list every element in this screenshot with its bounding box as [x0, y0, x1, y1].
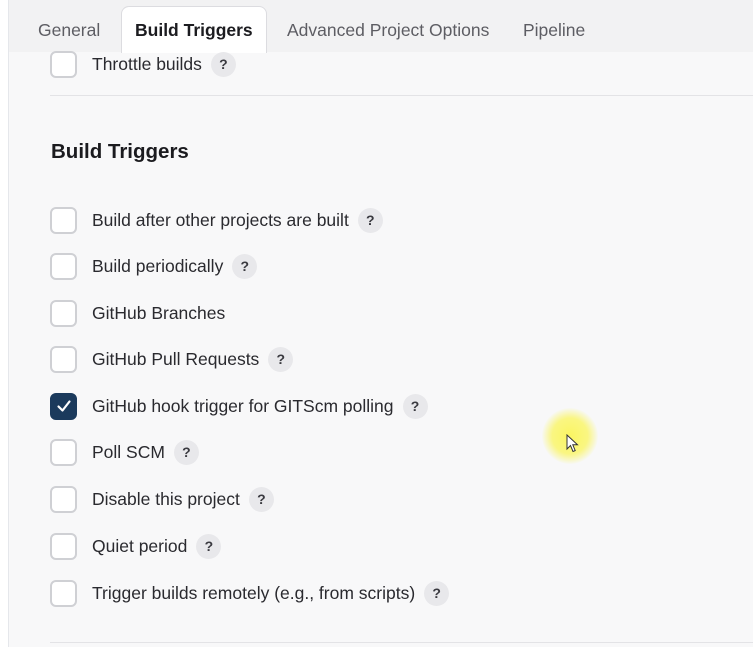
tab-advanced-project-options[interactable]: Advanced Project Options [274, 8, 502, 53]
trigger-label: Disable this project [92, 488, 240, 509]
trigger-option-build-after-other-projects: Build after other projects are built ? [50, 206, 383, 234]
jenkins-job-config-page: General Build Triggers Advanced Project … [0, 0, 753, 647]
question-mark-icon[interactable]: ? [402, 393, 428, 419]
tab-build-triggers[interactable]: Build Triggers [121, 6, 267, 53]
trigger-label: GitHub Branches [92, 302, 226, 323]
trigger-option-trigger-builds-remotely: Trigger builds remotely (e.g., from scri… [50, 579, 450, 607]
question-mark-icon[interactable]: ? [248, 486, 274, 512]
section-title-build-triggers: Build Triggers [51, 140, 189, 163]
trigger-label: Trigger builds remotely (e.g., from scri… [92, 582, 416, 603]
trigger-label: Build periodically [92, 255, 224, 276]
tab-general[interactable]: General [25, 8, 113, 53]
trigger-builds-remotely-checkbox[interactable] [50, 579, 77, 607]
github-branches-checkbox[interactable] [50, 299, 77, 327]
trigger-option-github-branches: GitHub Branches [50, 299, 225, 327]
github-pull-requests-checkbox[interactable] [50, 345, 77, 373]
mouse-pointer-icon [566, 434, 579, 453]
quiet-period-checkbox[interactable] [50, 532, 77, 560]
throttle-builds-label: Throttle builds [92, 53, 202, 74]
trigger-label: GitHub hook trigger for GITScm polling [92, 395, 394, 416]
question-mark-icon[interactable]: ? [210, 51, 236, 77]
github-hook-trigger-checkbox[interactable] [50, 392, 77, 420]
question-mark-icon[interactable]: ? [357, 207, 383, 233]
section-divider-bottom [50, 642, 753, 643]
question-mark-icon[interactable]: ? [196, 533, 222, 559]
build-after-other-projects-checkbox[interactable] [50, 206, 77, 234]
trigger-option-build-periodically: Build periodically ? [50, 252, 258, 280]
build-periodically-checkbox[interactable] [50, 252, 77, 280]
trigger-option-disable-this-project: Disable this project ? [50, 485, 274, 513]
disable-this-project-checkbox[interactable] [50, 485, 77, 513]
trigger-option-quiet-period: Quiet period ? [50, 532, 222, 560]
trigger-option-github-pull-requests: GitHub Pull Requests ? [50, 345, 294, 373]
tab-pipeline[interactable]: Pipeline [510, 8, 598, 53]
trigger-label: Poll SCM [92, 441, 165, 462]
trigger-option-poll-scm: Poll SCM ? [50, 438, 199, 466]
check-icon [56, 400, 71, 412]
trigger-option-github-hook-trigger: GitHub hook trigger for GITScm polling ? [50, 392, 428, 420]
question-mark-icon[interactable]: ? [424, 580, 450, 606]
question-mark-icon[interactable]: ? [268, 346, 294, 372]
question-mark-icon[interactable]: ? [232, 253, 258, 279]
trigger-label: Build after other projects are built [92, 209, 349, 230]
poll-scm-checkbox[interactable] [50, 438, 77, 466]
section-divider [50, 95, 753, 96]
throttle-builds-checkbox[interactable] [50, 50, 77, 78]
throttle-builds-option: Throttle builds ? [50, 50, 236, 78]
trigger-label: Quiet period [92, 535, 188, 556]
trigger-label: GitHub Pull Requests [92, 348, 260, 369]
question-mark-icon[interactable]: ? [173, 439, 199, 465]
